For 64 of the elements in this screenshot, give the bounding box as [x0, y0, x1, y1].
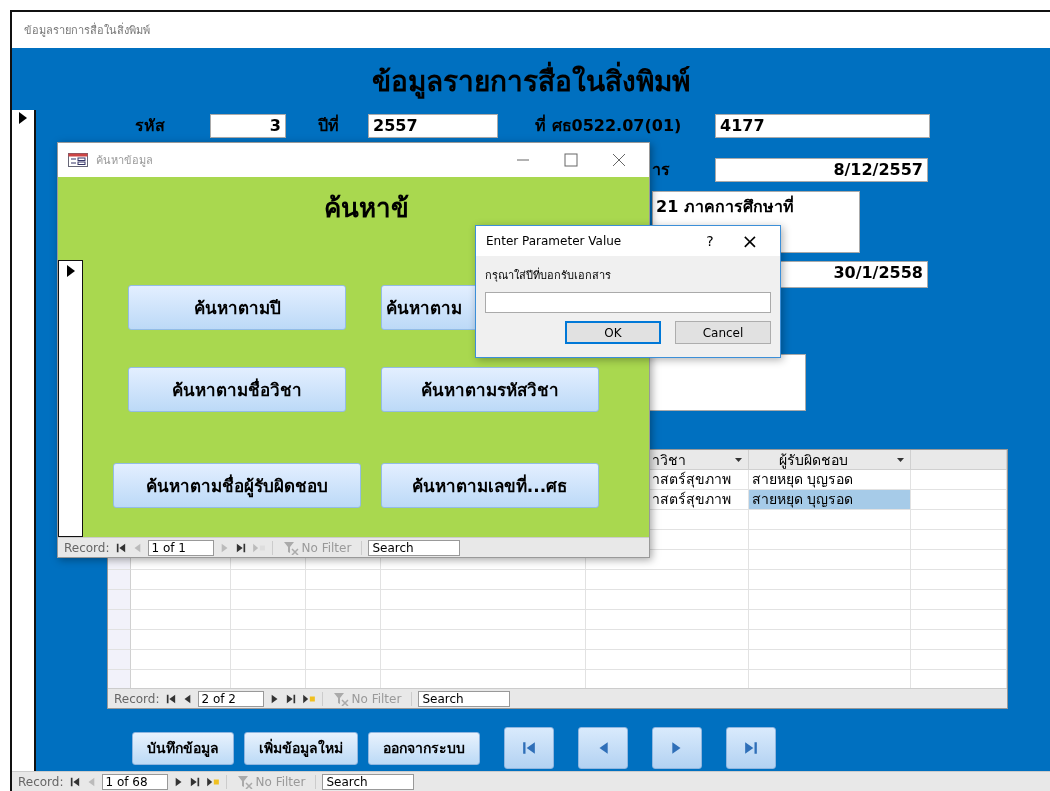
- record-selector[interactable]: [58, 260, 83, 537]
- search-button[interactable]: ค้นหาตามชื่อวิชา: [128, 367, 346, 412]
- last-icon[interactable]: [285, 693, 296, 704]
- input-field[interactable]: 2557: [368, 113, 498, 138]
- dropdown-caret-icon[interactable]: [735, 457, 742, 462]
- navigation-button[interactable]: [504, 727, 554, 769]
- search-button[interactable]: ค้นหาตามปี: [128, 285, 346, 330]
- record-label: Record:: [18, 774, 64, 789]
- first-icon[interactable]: [69, 776, 80, 787]
- next-icon[interactable]: [173, 776, 184, 787]
- last-icon[interactable]: [189, 776, 200, 787]
- window-title: ข้อมูลรายการสื่อในสิ่งพิมพ์: [24, 21, 150, 39]
- last-icon[interactable]: [235, 542, 246, 553]
- close-button[interactable]: ×: [730, 228, 770, 254]
- input-field[interactable]: [485, 292, 771, 313]
- form-heading: ข้อมูลรายการสื่อในสิ่งพิมพ์: [372, 62, 690, 110]
- input-field[interactable]: 3: [210, 113, 286, 138]
- search-button[interactable]: ค้นหาตามเลขที่...ศธ: [380, 463, 599, 508]
- ok-button[interactable]: OK: [565, 321, 661, 344]
- new-record-icon[interactable]: [301, 693, 316, 704]
- table-cell: สายหยุด บุญรอด: [749, 490, 911, 510]
- first-icon[interactable]: [165, 693, 176, 704]
- prompt-text: กรุณาใส่ปีที่บอกรับเอกสาร: [485, 266, 612, 284]
- search-button[interactable]: ค้นหาตามรหัสวิชา: [380, 367, 599, 412]
- navigation-button[interactable]: [652, 727, 702, 769]
- record-label: Record:: [64, 540, 110, 555]
- input-field[interactable]: 30/1/2558: [780, 261, 928, 288]
- field-label: ที่ ศธ0522.07(01): [535, 113, 683, 137]
- filter-clear-icon: [282, 540, 299, 555]
- navigation-button[interactable]: [578, 727, 628, 769]
- search-field[interactable]: Search: [322, 773, 415, 790]
- dialog-title: Enter Parameter Value: [486, 234, 623, 248]
- filter-clear-icon: [332, 691, 349, 706]
- dropdown-caret-icon[interactable]: [897, 457, 904, 462]
- field-label: าร: [652, 159, 671, 181]
- input-field[interactable]: 4177: [715, 113, 930, 138]
- filter-clear-icon: [236, 774, 253, 789]
- record-position-field[interactable]: 1 of 68: [101, 773, 168, 790]
- new-record-icon[interactable]: [205, 776, 220, 787]
- navigation-button[interactable]: [726, 727, 776, 769]
- cancel-button[interactable]: Cancel: [675, 321, 771, 344]
- window-title: ค้นหาข้อมูล: [96, 153, 154, 169]
- record-position-field[interactable]: 1 of 1: [147, 539, 214, 556]
- field-label: รหัส: [135, 115, 166, 137]
- form-heading: ค้นหาข้: [323, 192, 409, 225]
- form-button[interactable]: ออกจากระบบ: [368, 731, 480, 765]
- current-record-icon[interactable]: [18, 112, 28, 124]
- record-position-field[interactable]: 2 of 2: [197, 690, 264, 707]
- input-field[interactable]: 8/12/2557: [715, 157, 928, 182]
- search-button[interactable]: ค้นหาตามชื่อผู้รับผิดชอบ: [113, 463, 361, 508]
- column-header[interactable]: ผู้รับผิดชอบ: [749, 450, 911, 470]
- current-record-icon[interactable]: [65, 265, 76, 277]
- table-cell: สายหยุด บุญรอด: [749, 470, 911, 490]
- first-icon[interactable]: [115, 542, 126, 553]
- record-selector[interactable]: [12, 110, 36, 771]
- form-icon: [68, 153, 88, 167]
- search-field[interactable]: Search: [368, 539, 461, 556]
- form-button[interactable]: บันทึกข้อมูล: [132, 731, 234, 765]
- form-button[interactable]: เพิ่มข้อมูลใหม่: [244, 731, 358, 765]
- help-button[interactable]: ?: [690, 232, 730, 250]
- search-field[interactable]: Search: [418, 690, 511, 707]
- next-icon[interactable]: [269, 693, 280, 704]
- record-label: Record:: [114, 691, 160, 706]
- field-label: ปีที่: [318, 113, 340, 137]
